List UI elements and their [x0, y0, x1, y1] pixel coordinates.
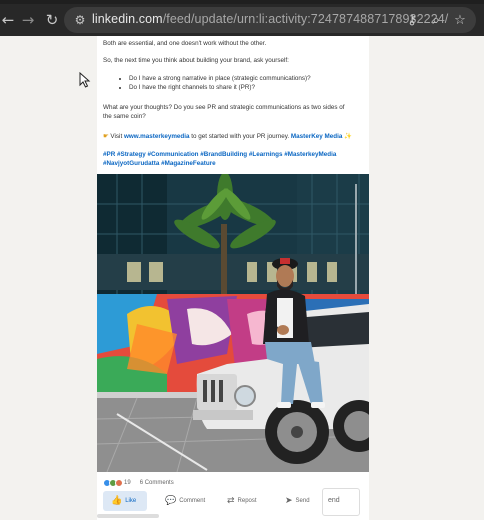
site-settings-icon[interactable]: ⚙ — [72, 12, 88, 28]
url-host: linkedin.com — [92, 12, 163, 26]
post-paragraph: Both are essential, and one doesn't work… — [103, 40, 267, 47]
website-link[interactable]: www.masterkeymedia — [124, 133, 190, 140]
love-reaction-icon — [115, 479, 123, 487]
post-cta: ☛ Visit www.masterkeymedia to get starte… — [103, 133, 352, 142]
cta-prefix: Visit — [110, 133, 123, 140]
list-item: Do I have a strong narrative in place (s… — [119, 75, 311, 84]
post-paragraph: What are your thoughts? Do you see PR an… — [103, 104, 345, 120]
cta-middle: to get started with your PR journey. — [191, 133, 290, 140]
send-icon: ➤ — [285, 496, 293, 506]
send-label: Send — [295, 498, 310, 504]
repost-button[interactable]: ⇄ Repost — [219, 491, 265, 511]
like-label: Like — [125, 498, 137, 504]
address-bar[interactable]: ⚙ linkedin.com/feed/update/urn:li:activi… — [64, 7, 476, 33]
page-content: Both are essential, and one doesn't work… — [0, 36, 484, 520]
floating-send-box[interactable]: end — [322, 488, 360, 516]
post-photo — [97, 174, 369, 472]
bullet-dot — [119, 78, 121, 80]
forward-icon[interactable]: → — [16, 8, 40, 32]
comment-label: Comment — [179, 498, 206, 504]
reaction-count[interactable]: 19 — [124, 480, 131, 486]
post-image[interactable] — [97, 174, 369, 472]
repost-label: Repost — [237, 498, 257, 504]
send-button[interactable]: ➤ Send — [277, 491, 318, 511]
sparkles-icon: ✨ — [344, 133, 352, 140]
thumbs-up-icon: 👍 — [111, 496, 123, 506]
pointing-finger-icon: ☛ — [103, 133, 109, 140]
url-text[interactable]: linkedin.com/feed/update/urn:li:activity… — [92, 12, 448, 26]
post-paragraph: So, the next time you think about buildi… — [103, 57, 289, 64]
comment-button[interactable]: 💬 Comment — [157, 491, 213, 511]
post-card: Both are essential, and one doesn't work… — [97, 36, 369, 520]
mouse-cursor-icon — [79, 72, 91, 88]
bookmark-star-icon[interactable]: ☆ — [452, 11, 468, 29]
browser-toolbar: ← → ↻ ⚙ linkedin.com/feed/update/urn:li:… — [0, 4, 484, 36]
password-key-icon[interactable]: ⚷ — [404, 11, 420, 29]
reload-icon[interactable]: ↻ — [40, 8, 64, 32]
comments-count[interactable]: 6 Comments — [140, 480, 174, 486]
comment-icon: 💬 — [165, 496, 177, 506]
hashtags[interactable]: #PR #Strategy #Communication #BrandBuild… — [103, 151, 353, 168]
bullet-dot — [119, 87, 121, 89]
list-item-text: Do I have a strong narrative in place (s… — [129, 75, 311, 82]
zoom-icon[interactable]: ⌕ — [428, 11, 444, 29]
bullet-list: Do I have a strong narrative in place (s… — [119, 75, 311, 93]
bottom-scroll-indicator — [97, 514, 159, 518]
list-item: Do I have the right channels to share it… — [119, 84, 311, 93]
reactions-summary[interactable]: 19 6 Comments — [103, 479, 174, 487]
like-button[interactable]: 👍 Like — [103, 491, 147, 511]
repost-icon: ⇄ — [227, 496, 235, 506]
send-box-text: end — [328, 497, 340, 504]
list-item-text: Do I have the right channels to share it… — [129, 84, 256, 91]
brand-link[interactable]: MasterKey Media — [291, 133, 342, 140]
reaction-icons — [103, 479, 123, 487]
